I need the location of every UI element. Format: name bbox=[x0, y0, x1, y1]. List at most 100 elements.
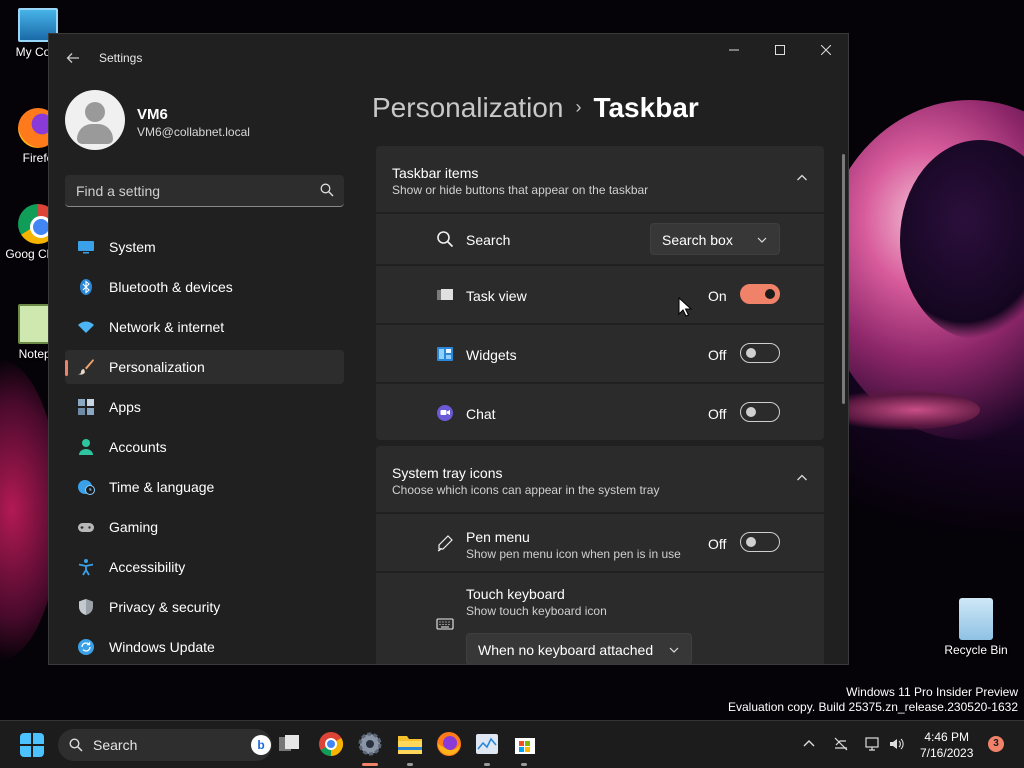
monitor-icon bbox=[78, 241, 94, 254]
touch-keyboard-dropdown[interactable]: When no keyboard attached bbox=[466, 633, 692, 664]
firefox-icon[interactable] bbox=[436, 731, 462, 757]
setting-label: Chat bbox=[466, 406, 496, 422]
sidebar-item-label: Apps bbox=[109, 399, 141, 415]
user-email: VM6@collabnet.local bbox=[137, 125, 250, 139]
settings-gear-icon[interactable] bbox=[357, 731, 383, 757]
pen-icon bbox=[437, 535, 453, 552]
task-manager-icon[interactable] bbox=[474, 731, 500, 757]
search-icon bbox=[437, 231, 454, 248]
bing-icon[interactable]: b bbox=[251, 735, 271, 755]
chrome-icon[interactable] bbox=[318, 731, 344, 757]
find-setting-search-box[interactable] bbox=[65, 175, 344, 207]
keyboard-icon bbox=[436, 618, 454, 630]
chevron-up-icon[interactable] bbox=[801, 736, 817, 752]
chevron-up-icon[interactable] bbox=[796, 472, 808, 484]
sidebar-item-system[interactable]: System bbox=[65, 230, 344, 264]
dropdown-value: When no keyboard attached bbox=[478, 642, 654, 658]
sidebar-item-accessibility[interactable]: Accessibility bbox=[65, 550, 344, 584]
avatar-body bbox=[77, 124, 113, 144]
brush-icon bbox=[78, 359, 94, 375]
toggle-state-text: Off bbox=[708, 347, 727, 363]
sidebar-item-bluetooth[interactable]: Bluetooth & devices bbox=[65, 270, 344, 304]
system-clock[interactable]: 4:46 PM 7/16/2023 bbox=[920, 729, 973, 761]
watermark-line: Windows 11 Pro Insider Preview bbox=[846, 685, 1018, 699]
sidebar-item-label: Privacy & security bbox=[109, 599, 221, 615]
section-title: Taskbar items bbox=[392, 165, 479, 181]
search-input[interactable] bbox=[65, 175, 315, 206]
toggle-state-text: Off bbox=[708, 536, 727, 552]
file-explorer-icon[interactable] bbox=[397, 731, 423, 757]
maximize-button[interactable] bbox=[757, 34, 803, 66]
avatar[interactable] bbox=[65, 90, 125, 150]
sidebar-item-network[interactable]: Network & internet bbox=[65, 310, 344, 344]
notification-badge[interactable]: 3 bbox=[988, 736, 1004, 752]
chevron-down-icon bbox=[757, 237, 767, 243]
widgets-icon bbox=[437, 347, 453, 361]
shield-icon bbox=[79, 599, 93, 615]
setting-description: Show touch keyboard icon bbox=[466, 604, 607, 618]
setting-label: Search bbox=[466, 232, 511, 248]
globe-clock-icon bbox=[78, 480, 95, 495]
toggle-state-text: Off bbox=[708, 406, 727, 422]
sidebar-item-windows-update[interactable]: Windows Update bbox=[65, 630, 344, 664]
sidebar-item-accounts[interactable]: Accounts bbox=[65, 430, 344, 464]
settings-window: Settings VM6 VM6@collabnet.local System … bbox=[48, 33, 849, 665]
widgets-toggle[interactable] bbox=[740, 343, 780, 363]
sidebar-item-privacy-security[interactable]: Privacy & security bbox=[65, 590, 344, 624]
section-taskbar-items-header[interactable]: Taskbar items Show or hide buttons that … bbox=[376, 146, 824, 212]
start-button[interactable] bbox=[20, 733, 44, 757]
microsoft-store-icon[interactable] bbox=[512, 731, 538, 757]
toggle-knob bbox=[746, 348, 756, 358]
sidebar-item-personalization[interactable]: Personalization bbox=[65, 350, 344, 384]
active-app-indicator bbox=[362, 763, 378, 766]
chevron-down-icon bbox=[669, 647, 679, 653]
sidebar-item-label: Accessibility bbox=[109, 559, 186, 575]
toggle-knob bbox=[765, 289, 775, 299]
app-title: Settings bbox=[99, 51, 143, 65]
taskbar-settings-content: Taskbar items Show or hide buttons that … bbox=[376, 146, 824, 664]
network-offline-icon[interactable] bbox=[833, 736, 849, 752]
arrow-left-icon bbox=[66, 53, 79, 63]
sidebar-item-gaming[interactable]: Gaming bbox=[65, 510, 344, 544]
task-view-icon bbox=[437, 289, 453, 300]
minimize-button[interactable] bbox=[711, 34, 757, 66]
breadcrumb-parent[interactable]: Personalization bbox=[372, 92, 563, 123]
search-mode-dropdown[interactable]: Search box bbox=[650, 223, 780, 255]
section-system-tray-header[interactable]: System tray icons Choose which icons can… bbox=[376, 446, 824, 512]
wifi-icon bbox=[78, 321, 94, 333]
chat-toggle[interactable] bbox=[740, 402, 780, 422]
pen-menu-toggle[interactable] bbox=[740, 532, 780, 552]
watermark-line: Evaluation copy. Build 25375.zn_release.… bbox=[728, 700, 1018, 714]
sidebar-item-apps[interactable]: Apps bbox=[65, 390, 344, 424]
maximize-icon bbox=[775, 45, 785, 55]
bluetooth-icon bbox=[80, 279, 92, 295]
title-bar[interactable]: Settings bbox=[49, 34, 848, 80]
task-view-toggle[interactable] bbox=[740, 284, 780, 304]
chevron-up-icon[interactable] bbox=[796, 172, 808, 184]
taskbar-search-label: Search bbox=[93, 737, 138, 753]
content-scrollbar[interactable] bbox=[842, 154, 845, 404]
avatar-head bbox=[85, 102, 105, 122]
ethernet-icon[interactable] bbox=[864, 736, 880, 752]
setting-row-touch-keyboard: Touch keyboard Show touch keyboard icon … bbox=[376, 573, 824, 664]
section-description: Show or hide buttons that appear on the … bbox=[392, 183, 649, 197]
section-description: Choose which icons can appear in the sys… bbox=[392, 483, 660, 497]
breadcrumb: Personalization › Taskbar bbox=[372, 92, 699, 124]
toggle-knob bbox=[746, 407, 756, 417]
volume-icon[interactable] bbox=[888, 736, 904, 752]
close-icon bbox=[820, 44, 832, 56]
search-icon bbox=[69, 738, 83, 752]
search-icon[interactable] bbox=[320, 183, 334, 197]
sidebar-item-time-language[interactable]: Time & language bbox=[65, 470, 344, 504]
task-view-icon[interactable] bbox=[276, 731, 302, 757]
chat-icon bbox=[437, 405, 453, 421]
close-button[interactable] bbox=[803, 34, 848, 66]
desktop-icon-recycle-bin[interactable]: Recycle Bin bbox=[936, 598, 1016, 657]
setting-row-search: Search Search box bbox=[376, 214, 824, 264]
setting-row-chat: Chat Off bbox=[376, 384, 824, 440]
back-button[interactable] bbox=[61, 46, 85, 70]
sidebar-item-label: Personalization bbox=[109, 359, 205, 375]
taskbar-search-box[interactable]: Search b bbox=[58, 729, 272, 761]
mouse-cursor-icon bbox=[678, 297, 692, 317]
setting-label: Touch keyboard bbox=[466, 586, 565, 602]
